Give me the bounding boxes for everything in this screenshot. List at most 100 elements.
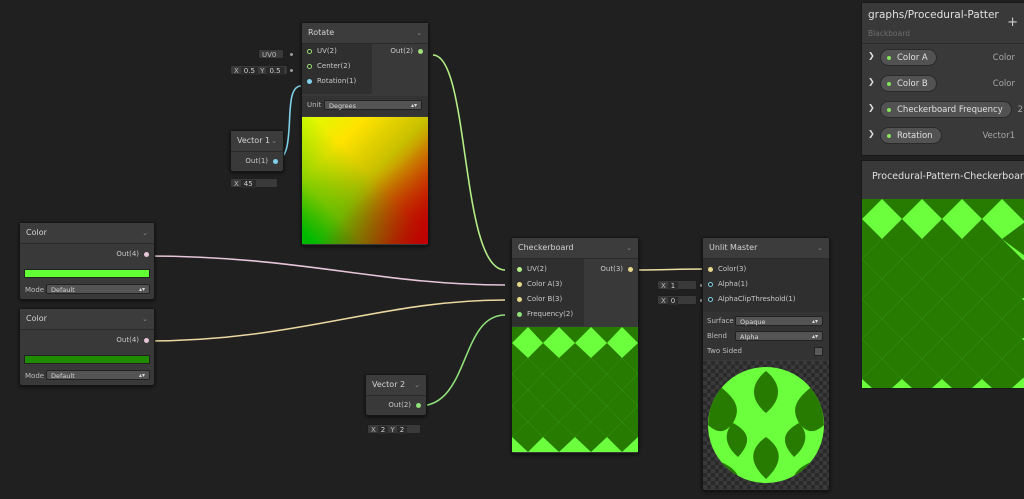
color-node-1-header[interactable]: Color ⌄	[20, 223, 154, 244]
blend-dropdown[interactable]: Alpha ▴▾	[735, 331, 823, 341]
blackboard-property-frequency[interactable]: ❯ Checkerboard Frequency 2	[862, 99, 1024, 119]
unit-row: Unit Degrees ▴▾	[302, 96, 428, 116]
unlit-input-color[interactable]: Color(3)	[703, 262, 829, 277]
rotate-input-center[interactable]: Center(2)	[302, 59, 372, 74]
collapse-chevron-icon[interactable]: ⌄	[142, 309, 148, 329]
main-preview-image	[862, 199, 1024, 388]
mode-dropdown-1[interactable]: Default ▴▾	[46, 284, 150, 294]
rotate-input-uv[interactable]: UV(2)	[302, 44, 372, 59]
main-preview-panel[interactable]: Procedural-Pattern-Checkerboar	[861, 160, 1024, 389]
blend-label: Blend	[707, 332, 727, 340]
rotate-node-header[interactable]: Rotate ⌄	[302, 23, 428, 44]
checkerboard-node[interactable]: Checkerboard ⌄ UV(2) Color A(3) Color B(3…	[511, 237, 639, 454]
unlit-master-node-title: Unlit Master	[709, 243, 758, 252]
wire-rotate-to-checker-uv	[432, 54, 506, 271]
chevron-right-icon[interactable]: ❯	[868, 129, 875, 138]
property-pill[interactable]: Rotation	[880, 127, 942, 144]
mode-label: Mode	[25, 372, 45, 380]
wire-color1-to-colora	[145, 255, 506, 286]
port-icon	[144, 337, 149, 343]
port-icon	[517, 266, 522, 272]
color-node-1[interactable]: Color ⌄ Out(4) Mode Default ▴▾	[19, 222, 155, 300]
checker-input-color-a[interactable]: Color A(3)	[512, 277, 584, 292]
property-type: 2	[1017, 105, 1023, 115]
color-node-2-header[interactable]: Color ⌄	[20, 309, 154, 330]
color-node-1-title: Color	[26, 228, 47, 237]
unlit-input-alpha[interactable]: Alpha(1)	[703, 277, 829, 292]
uv-channel-field[interactable]: UV0	[258, 49, 284, 59]
property-type: Vector1	[982, 131, 1016, 141]
port-icon	[144, 251, 149, 257]
property-pill[interactable]: Color B	[880, 75, 937, 92]
blackboard-property-color-a[interactable]: ❯ Color A Color	[862, 47, 1024, 67]
blackboard-panel[interactable]: graphs/Procedural-Patter + Blackboard ❯ …	[861, 2, 1024, 156]
rotate-output[interactable]: Out(2)	[372, 44, 428, 59]
main-preview-title: Procedural-Pattern-Checkerboar	[872, 171, 1024, 182]
chevron-right-icon[interactable]: ❯	[868, 103, 875, 112]
wire-vector2-to-frequency	[418, 314, 506, 407]
center-field[interactable]: X 0.5 Y 0.5	[230, 65, 288, 75]
uv-field-connector	[290, 53, 293, 56]
vector2-node-header[interactable]: Vector 2 ⌄	[366, 375, 426, 396]
chevron-right-icon[interactable]: ❯	[868, 77, 875, 86]
checker-output[interactable]: Out(3)	[584, 262, 638, 277]
unlit-master-node[interactable]: Unlit Master ⌄ Color(3) Alpha(1) AlphaCli…	[702, 237, 830, 491]
clip-x-field[interactable]: X0	[657, 295, 697, 305]
color-node-2-output[interactable]: Out(4)	[20, 333, 154, 348]
vector2-xy-field[interactable]: X2 Y2	[367, 424, 421, 434]
mode-label: Mode	[25, 286, 45, 294]
port-icon	[307, 78, 312, 84]
wire-color2-to-colorb	[145, 299, 506, 342]
collapse-chevron-icon[interactable]: ⌄	[414, 375, 420, 395]
vector2-output[interactable]: Out(2)	[366, 398, 426, 413]
collapse-chevron-icon[interactable]: ⌄	[817, 238, 823, 258]
rotate-input-rotation[interactable]: Rotation(1)	[302, 74, 372, 89]
color-node-2[interactable]: Color ⌄ Out(4) Mode Default ▴▾	[19, 308, 155, 386]
vector1-x-field[interactable]: X 45	[230, 178, 278, 188]
port-icon	[708, 266, 713, 272]
chevron-right-icon[interactable]: ❯	[868, 51, 875, 60]
vector2-node[interactable]: Vector 2 ⌄ Out(2)	[365, 374, 427, 416]
color-node-1-output[interactable]: Out(4)	[20, 247, 154, 262]
rotate-node[interactable]: Rotate ⌄ UV(2) Center(2) Rotation(1) Out(…	[301, 22, 429, 246]
checkerboard-node-header[interactable]: Checkerboard ⌄	[512, 238, 638, 259]
vector1-node-header[interactable]: Vector 1 ⌄	[231, 131, 283, 152]
two-sided-checkbox[interactable]	[814, 347, 823, 356]
unlit-preview	[703, 361, 829, 489]
alpha-x-field[interactable]: X1	[657, 280, 697, 290]
property-pill[interactable]: Checkerboard Frequency	[880, 101, 1012, 118]
checker-input-frequency[interactable]: Frequency(2)	[512, 307, 584, 322]
surface-dropdown[interactable]: Opaque ▴▾	[735, 316, 823, 326]
port-icon	[307, 63, 312, 69]
checker-input-color-b[interactable]: Color B(3)	[512, 292, 584, 307]
checker-input-uv[interactable]: UV(2)	[512, 262, 584, 277]
blackboard-property-rotation[interactable]: ❯ Rotation Vector1	[862, 125, 1024, 145]
collapse-chevron-icon[interactable]: ⌄	[142, 223, 148, 243]
vector1-node-title: Vector 1	[237, 136, 271, 145]
port-icon	[517, 281, 522, 287]
add-property-button[interactable]: +	[1007, 15, 1018, 30]
collapse-chevron-icon[interactable]: ⌄	[271, 131, 277, 151]
rotate-node-title: Rotate	[308, 28, 335, 37]
two-sided-label: Two Sided	[707, 347, 742, 355]
blackboard-property-color-b[interactable]: ❯ Color B Color	[862, 73, 1024, 93]
port-icon	[708, 281, 713, 287]
port-icon	[273, 158, 278, 164]
vector2-node-title: Vector 2	[372, 380, 406, 389]
mode-dropdown-2[interactable]: Default ▴▾	[46, 370, 150, 380]
port-icon	[517, 296, 522, 302]
collapse-chevron-icon[interactable]: ⌄	[626, 238, 632, 258]
rotate-preview	[302, 117, 428, 244]
unit-label: Unit	[307, 101, 322, 109]
vector1-output[interactable]: Out(1)	[231, 154, 283, 169]
color-swatch-2[interactable]	[24, 355, 150, 364]
unlit-master-node-header[interactable]: Unlit Master ⌄	[703, 238, 829, 259]
vector1-node[interactable]: Vector 1 ⌄ Out(1)	[230, 130, 284, 172]
property-pill[interactable]: Color A	[880, 49, 937, 66]
unit-dropdown[interactable]: Degrees ▴▾	[324, 100, 422, 110]
collapse-chevron-icon[interactable]: ⌄	[416, 23, 422, 43]
unlit-input-clip[interactable]: AlphaClipThreshold(1)	[703, 292, 829, 307]
property-type: Color	[992, 53, 1015, 63]
color-swatch-1[interactable]	[24, 269, 150, 278]
port-icon	[418, 48, 423, 54]
